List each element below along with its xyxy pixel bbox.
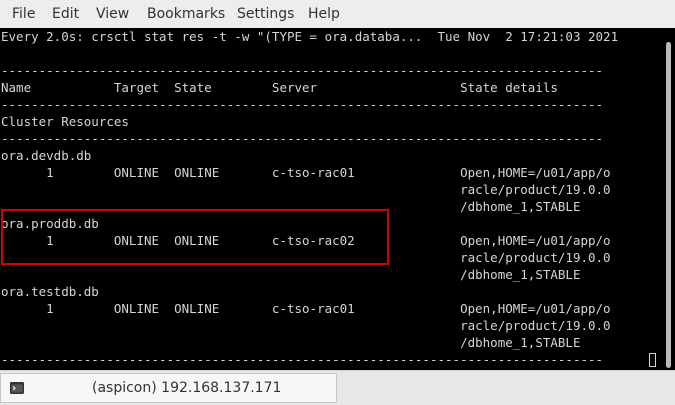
resource-row: 1 ONLINE ONLINE c-tso-rac01 Open,HOME=/u… (1, 165, 611, 180)
resource-name: ora.devdb.db (1, 148, 92, 163)
terminal-icon (9, 380, 25, 396)
resource-details: racle/product/19.0.0 (1, 182, 611, 197)
menu-view[interactable]: View (96, 6, 129, 22)
resource-name: ora.testdb.db (1, 284, 99, 299)
terminal-output[interactable]: Every 2.0s: crsctl stat res -t -w "(TYPE… (0, 28, 662, 370)
menu-edit[interactable]: Edit (52, 6, 79, 22)
section-title: Cluster Resources (1, 114, 129, 129)
menu-bar: File Edit View Bookmarks Settings Help (0, 0, 675, 28)
scrollbar[interactable] (662, 28, 675, 370)
menu-file[interactable]: File (12, 6, 35, 22)
taskbar-window-button[interactable]: (aspicon) 192.168.137.171 (0, 373, 337, 403)
separator-line: ----------------------------------------… (1, 352, 604, 367)
taskbar-window-label: (aspicon) 192.168.137.171 (92, 380, 282, 396)
watch-header: Every 2.0s: crsctl stat res -t -w "(TYPE… (1, 29, 619, 44)
resource-details: /dbhome_1,STABLE (1, 335, 581, 350)
separator-line: ----------------------------------------… (1, 97, 604, 112)
separator-line: ----------------------------------------… (1, 63, 604, 78)
scrollbar-thumb[interactable] (666, 42, 671, 368)
terminal-cursor (649, 353, 656, 367)
menu-settings[interactable]: Settings (237, 6, 294, 22)
column-headers: Name Target State Server State details (1, 80, 558, 95)
highlight-box (1, 209, 389, 265)
menu-help[interactable]: Help (308, 6, 340, 22)
taskbar: (aspicon) 192.168.137.171 (0, 370, 675, 405)
resource-row: 1 ONLINE ONLINE c-tso-rac01 Open,HOME=/u… (1, 301, 611, 316)
separator-line: ----------------------------------------… (1, 131, 604, 146)
resource-details: /dbhome_1,STABLE (1, 267, 581, 282)
menu-bookmarks[interactable]: Bookmarks (147, 6, 225, 22)
resource-details: racle/product/19.0.0 (1, 318, 611, 333)
